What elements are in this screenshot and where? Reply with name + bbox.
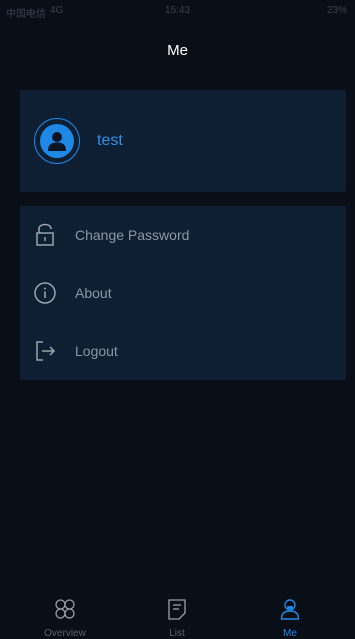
avatar-icon [40,124,74,158]
battery-label: 23% [326,5,347,16]
tab-bar: Overview List Me [0,588,355,639]
menu-card: Change Password About Logout [20,206,346,380]
status-time: 15:43 [164,5,191,16]
username[interactable]: test [97,132,123,150]
user-icon [231,598,349,620]
status-bar: 中国电信 4G 15:43 23% [0,0,355,20]
menu-item-change-password[interactable]: Change Password [20,206,346,264]
menu-label-about: About [75,285,112,301]
logout-icon [32,338,58,364]
menu-item-about[interactable]: About [20,264,346,322]
profile-card[interactable]: test [20,90,346,192]
tab-overview[interactable]: Overview [6,588,124,639]
page-title: Me [167,42,188,59]
tab-list[interactable]: List [118,588,236,639]
overview-icon [6,598,124,620]
lock-icon [32,222,58,248]
menu-label-change-password: Change Password [75,227,190,243]
menu-label-logout: Logout [75,343,118,359]
tab-me[interactable]: Me [231,588,349,639]
menu-item-logout[interactable]: Logout [20,322,346,380]
info-icon [32,280,58,306]
avatar[interactable] [34,118,80,164]
list-icon [118,598,236,620]
